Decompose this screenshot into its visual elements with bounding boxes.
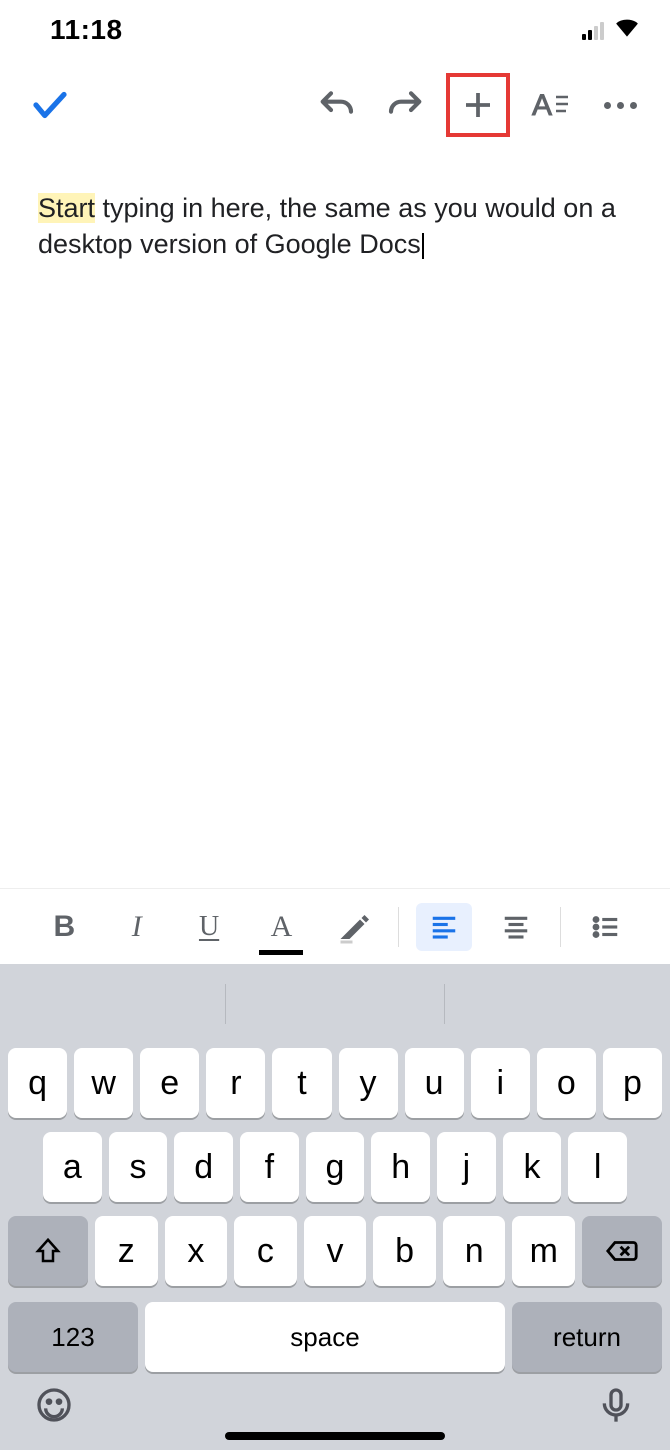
key-m[interactable]: m bbox=[512, 1216, 575, 1286]
key-space[interactable]: space bbox=[145, 1302, 505, 1372]
italic-button[interactable]: I bbox=[109, 903, 165, 951]
key-k[interactable]: k bbox=[503, 1132, 562, 1202]
key-h[interactable]: h bbox=[371, 1132, 430, 1202]
key-r[interactable]: r bbox=[206, 1048, 265, 1118]
key-t[interactable]: t bbox=[272, 1048, 331, 1118]
top-toolbar: A bbox=[0, 60, 670, 150]
wifi-icon bbox=[614, 15, 640, 46]
key-backspace[interactable] bbox=[582, 1216, 662, 1286]
key-l[interactable]: l bbox=[568, 1132, 627, 1202]
status-bar: 11:18 bbox=[0, 0, 670, 60]
text-format-button[interactable]: A bbox=[520, 75, 580, 135]
highlighted-text: Start bbox=[38, 193, 95, 223]
more-icon bbox=[604, 102, 637, 109]
key-x[interactable]: x bbox=[165, 1216, 228, 1286]
key-b[interactable]: b bbox=[373, 1216, 436, 1286]
more-button[interactable] bbox=[590, 75, 650, 135]
key-g[interactable]: g bbox=[306, 1132, 365, 1202]
dictation-button[interactable] bbox=[596, 1385, 636, 1430]
key-z[interactable]: z bbox=[95, 1216, 158, 1286]
suggestion-bar bbox=[6, 974, 664, 1034]
document-body[interactable]: Start typing in here, the same as you wo… bbox=[0, 150, 670, 888]
keyboard-row-1: q w e r t y u i o p bbox=[6, 1048, 664, 1118]
keyboard-row-4: 123 space return bbox=[6, 1302, 664, 1372]
key-v[interactable]: v bbox=[304, 1216, 367, 1286]
key-d[interactable]: d bbox=[174, 1132, 233, 1202]
key-u[interactable]: u bbox=[405, 1048, 464, 1118]
cellular-signal-icon bbox=[582, 20, 604, 40]
separator bbox=[398, 907, 399, 947]
body-text: typing in here, the same as you would on… bbox=[38, 193, 616, 259]
key-n[interactable]: n bbox=[443, 1216, 506, 1286]
key-y[interactable]: y bbox=[339, 1048, 398, 1118]
keyboard-row-3: z x c v b n m bbox=[6, 1216, 664, 1286]
text-color-button[interactable]: A bbox=[253, 903, 309, 951]
key-a[interactable]: a bbox=[43, 1132, 102, 1202]
home-indicator[interactable] bbox=[225, 1432, 445, 1440]
key-e[interactable]: e bbox=[140, 1048, 199, 1118]
key-shift[interactable] bbox=[8, 1216, 88, 1286]
emoji-button[interactable] bbox=[34, 1385, 74, 1430]
key-i[interactable]: i bbox=[471, 1048, 530, 1118]
align-left-button[interactable] bbox=[416, 903, 472, 951]
suggestion-slot[interactable] bbox=[6, 974, 225, 1034]
key-o[interactable]: o bbox=[537, 1048, 596, 1118]
status-time: 11:18 bbox=[50, 14, 123, 46]
svg-text:A: A bbox=[532, 89, 552, 122]
bullet-list-button[interactable] bbox=[578, 903, 634, 951]
key-c[interactable]: c bbox=[234, 1216, 297, 1286]
keyboard: q w e r t y u i o p a s d f g h j k l z … bbox=[0, 964, 670, 1450]
align-center-button[interactable] bbox=[488, 903, 544, 951]
redo-button[interactable] bbox=[376, 75, 436, 135]
suggestion-slot[interactable] bbox=[445, 974, 664, 1034]
bold-button[interactable]: B bbox=[36, 903, 92, 951]
key-s[interactable]: s bbox=[109, 1132, 168, 1202]
key-f[interactable]: f bbox=[240, 1132, 299, 1202]
separator bbox=[560, 907, 561, 947]
key-j[interactable]: j bbox=[437, 1132, 496, 1202]
suggestion-slot[interactable] bbox=[226, 974, 445, 1034]
key-return[interactable]: return bbox=[512, 1302, 662, 1372]
key-q[interactable]: q bbox=[8, 1048, 67, 1118]
status-indicators bbox=[582, 15, 640, 46]
done-button[interactable] bbox=[20, 75, 80, 135]
highlight-button[interactable] bbox=[326, 903, 382, 951]
text-cursor bbox=[422, 233, 424, 259]
key-numbers[interactable]: 123 bbox=[8, 1302, 138, 1372]
undo-button[interactable] bbox=[306, 75, 366, 135]
format-toolbar: B I U A bbox=[0, 888, 670, 964]
keyboard-row-2: a s d f g h j k l bbox=[6, 1132, 664, 1202]
underline-button[interactable]: U bbox=[181, 903, 237, 951]
insert-button-highlighted[interactable] bbox=[446, 73, 510, 137]
key-w[interactable]: w bbox=[74, 1048, 133, 1118]
key-p[interactable]: p bbox=[603, 1048, 662, 1118]
